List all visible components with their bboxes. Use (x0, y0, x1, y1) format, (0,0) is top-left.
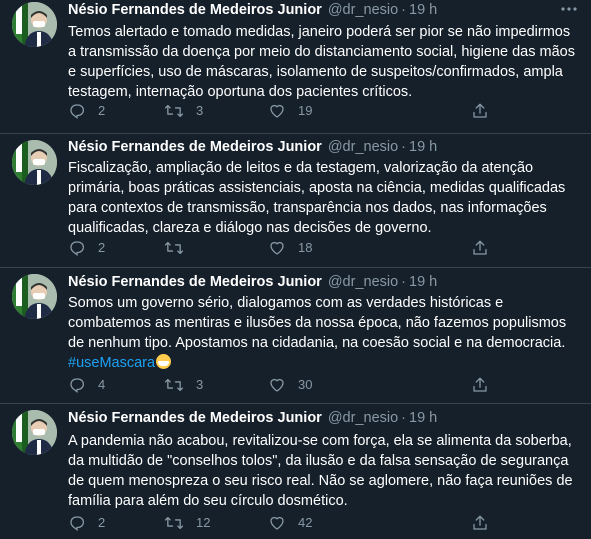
like-button[interactable]: 42 (268, 513, 312, 533)
reply-button[interactable]: 2 (68, 513, 105, 533)
timestamp[interactable]: 19 h (409, 139, 437, 155)
heart-icon (270, 241, 284, 255)
like-count: 18 (298, 240, 313, 255)
share-button[interactable] (471, 375, 489, 395)
author-handle[interactable]: @dr_nesio (328, 139, 398, 155)
timestamp[interactable]: 19 h (409, 410, 437, 426)
retweet-button[interactable]: 3 (164, 375, 203, 395)
tweet[interactable]: Nésio Fernandes de Medeiros Junior @dr_ne… (0, 134, 591, 268)
share-icon (473, 103, 487, 118)
tweet-actions: 2 18 (68, 238, 508, 258)
reply-icon (70, 241, 85, 257)
reply-count: 2 (98, 515, 106, 530)
avatar[interactable] (12, 2, 57, 47)
more-options-icon[interactable] (559, 1, 579, 17)
reply-button[interactable]: 2 (68, 238, 105, 258)
separator: · (401, 139, 407, 155)
separator: · (401, 410, 407, 426)
tweet-header: Nésio Fernandes de Medeiros Junior @dr_ne… (68, 138, 437, 157)
reply-icon (70, 516, 85, 532)
author-name[interactable]: Nésio Fernandes de Medeiros Junior (68, 410, 322, 426)
author-handle[interactable]: @dr_nesio (328, 410, 398, 426)
author-name[interactable]: Nésio Fernandes de Medeiros Junior (68, 139, 322, 155)
reply-icon (70, 104, 85, 120)
like-button[interactable]: 18 (268, 238, 312, 258)
tweet-header: Nésio Fernandes de Medeiros Junior @dr_ne… (68, 273, 437, 292)
reply-button[interactable]: 4 (68, 375, 105, 395)
tweet-actions: 2 3 19 (68, 101, 508, 121)
retweet-button[interactable]: 12 (164, 513, 210, 533)
heart-icon (270, 104, 284, 118)
tweet-text-block: Somos um governo sério, dialogamos com a… (68, 293, 580, 373)
tweet-text: Fiscalização, ampliação de leitos e da t… (68, 160, 566, 236)
tweet[interactable]: Nésio Fernandes de Medeiros Junior @dr_ne… (0, 404, 591, 539)
like-count: 30 (298, 377, 313, 392)
like-button[interactable]: 19 (268, 101, 312, 121)
reply-count: 4 (98, 377, 106, 392)
tweet-actions: 4 3 30 (68, 375, 508, 395)
tweet-text: Somos um governo sério, dialogamos com a… (68, 295, 567, 351)
reply-count: 2 (98, 103, 106, 118)
tweet-text: A pandemia não acabou, revitalizou-se co… (68, 433, 573, 509)
tweet[interactable]: Nésio Fernandes de Medeiros Junior @dr_ne… (0, 0, 591, 134)
separator: · (401, 2, 407, 18)
avatar[interactable] (12, 140, 57, 185)
mask-face-emoji-icon (156, 354, 172, 369)
avatar[interactable] (12, 274, 57, 319)
heart-icon (270, 378, 284, 392)
retweet-count: 3 (196, 103, 204, 118)
share-icon (473, 515, 487, 530)
share-icon (473, 377, 487, 392)
retweet-icon (164, 516, 184, 530)
retweet-count: 3 (196, 377, 204, 392)
heart-icon (270, 516, 284, 530)
hashtag-link[interactable]: #useMascara (68, 355, 155, 371)
tweet-actions: 2 12 42 (68, 513, 508, 533)
tweet-header: Nésio Fernandes de Medeiros Junior @dr_ne… (68, 409, 437, 428)
author-name[interactable]: Nésio Fernandes de Medeiros Junior (68, 2, 322, 18)
retweet-icon (164, 378, 184, 392)
tweet-header: Nésio Fernandes de Medeiros Junior @dr_ne… (68, 1, 437, 20)
tweet-text: Temos alertado e tomado medidas, janeiro… (68, 24, 575, 100)
like-button[interactable]: 30 (268, 375, 312, 395)
retweet-icon (164, 104, 184, 118)
retweet-count: 12 (196, 515, 211, 530)
separator: · (401, 274, 407, 290)
share-icon (473, 240, 487, 255)
like-count: 19 (298, 103, 313, 118)
timestamp[interactable]: 19 h (409, 274, 437, 290)
timestamp[interactable]: 19 h (409, 2, 437, 18)
share-button[interactable] (471, 101, 489, 121)
tweet[interactable]: Nésio Fernandes de Medeiros Junior @dr_ne… (0, 268, 591, 404)
author-handle[interactable]: @dr_nesio (328, 2, 398, 18)
retweet-button[interactable]: 3 (164, 101, 203, 121)
share-button[interactable] (471, 238, 489, 258)
author-name[interactable]: Nésio Fernandes de Medeiros Junior (68, 274, 322, 290)
retweet-button[interactable] (164, 238, 196, 258)
retweet-icon (164, 241, 184, 255)
avatar[interactable] (12, 410, 57, 455)
author-handle[interactable]: @dr_nesio (328, 274, 398, 290)
reply-count: 2 (98, 240, 106, 255)
reply-button[interactable]: 2 (68, 101, 105, 121)
like-count: 42 (298, 515, 313, 530)
reply-icon (70, 378, 85, 394)
share-button[interactable] (471, 513, 489, 533)
